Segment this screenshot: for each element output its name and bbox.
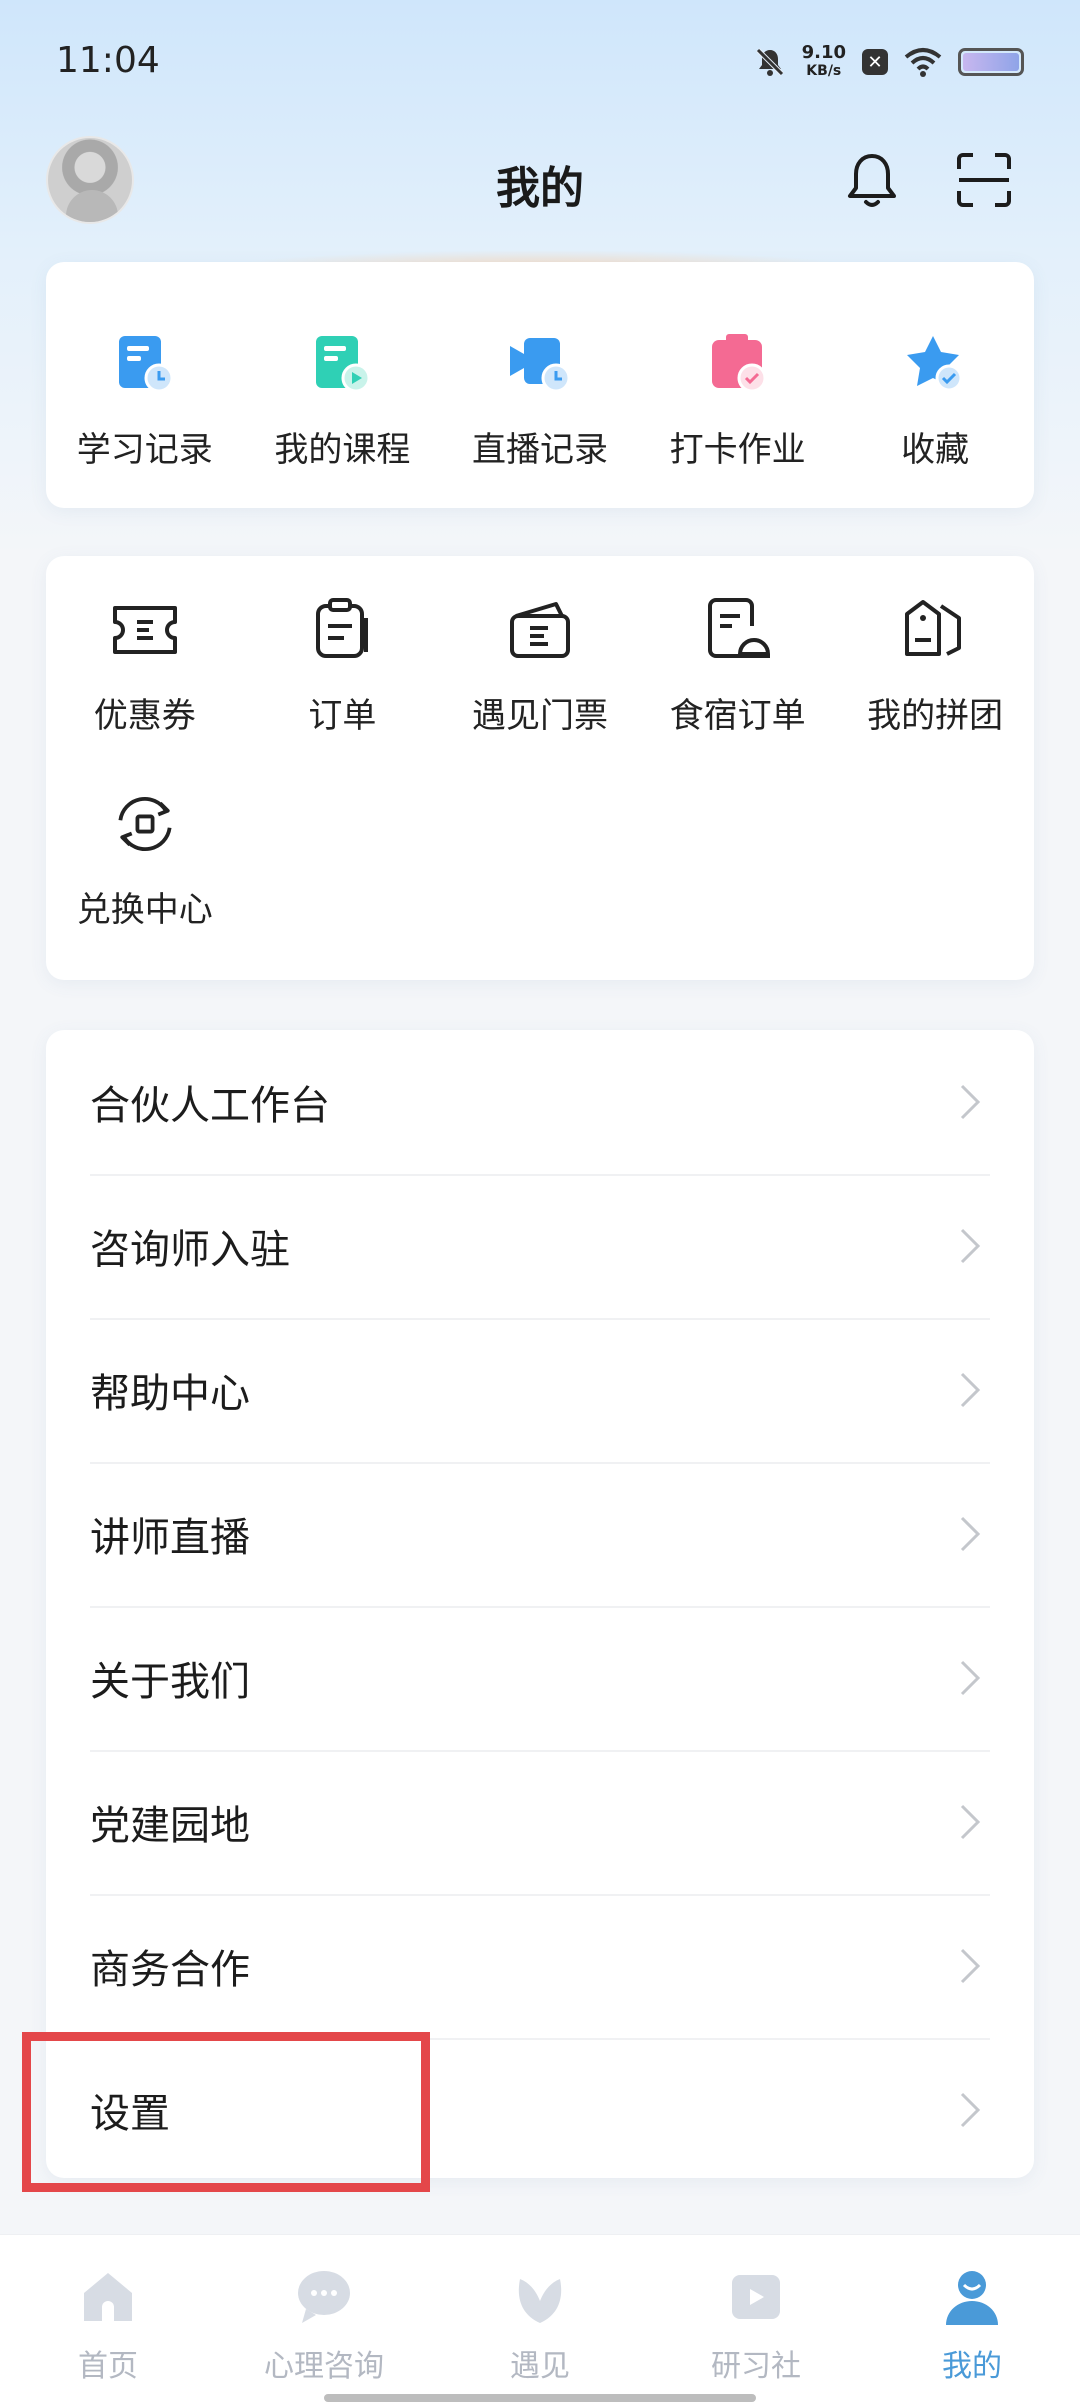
checkin-homework-icon <box>702 328 774 400</box>
shortcut-live-record[interactable]: 直播记录 <box>441 328 639 471</box>
nav-label: 我的 <box>942 2349 1002 2384</box>
menu-card: 合伙人工作台 咨询师入驻 帮助中心 讲师直播 关于我们 党建园地 商务合作 设置 <box>46 1030 1034 2178</box>
shortcut-label: 打卡作业 <box>669 430 806 470</box>
nav-meet[interactable]: 遇见 <box>432 2265 648 2385</box>
bottom-nav: 首页 心理咨询 遇见 研习社 我的 <box>0 2234 1080 2408</box>
menu-item-label: 帮助中心 <box>90 1371 250 1417</box>
menu-item-help-center[interactable]: 帮助中心 <box>46 1318 1034 1462</box>
nav-label: 心理咨询 <box>264 2349 384 2384</box>
status-icons: 9.10 KB/s ✕ <box>754 44 1024 80</box>
shortcut-label: 直播记录 <box>471 430 608 470</box>
consult-icon <box>298 2271 350 2323</box>
shortcut-label: 兑换中心 <box>76 890 213 930</box>
home-indicator[interactable] <box>324 2394 756 2402</box>
chevron-right-icon <box>960 1516 981 1552</box>
chevron-right-icon <box>960 1660 981 1696</box>
ticket-icon <box>504 594 576 666</box>
favorite-icon <box>899 328 971 400</box>
shortcut-coupon[interactable]: 优惠券 <box>46 594 244 737</box>
shortcut-label: 订单 <box>308 696 377 736</box>
menu-item-party-building[interactable]: 党建园地 <box>46 1750 1034 1894</box>
shortcut-label: 我的拼团 <box>867 696 1004 736</box>
nav-consult[interactable]: 心理咨询 <box>216 2265 432 2385</box>
nav-study-club[interactable]: 研习社 <box>648 2265 864 2385</box>
shortcut-label: 收藏 <box>901 430 970 470</box>
chevron-right-icon <box>960 1084 981 1120</box>
shortcut-order[interactable]: 订单 <box>244 594 442 737</box>
lodging-order-icon <box>702 594 774 666</box>
group-buy-icon <box>899 594 971 666</box>
menu-item-label: 党建园地 <box>90 1803 250 1849</box>
live-record-icon <box>504 328 576 400</box>
shortcut-label: 优惠券 <box>93 696 196 736</box>
nav-profile[interactable]: 我的 <box>864 2265 1080 2385</box>
shortcut-ticket[interactable]: 遇见门票 <box>441 594 639 737</box>
shortcut-lodging-order[interactable]: 食宿订单 <box>639 594 837 737</box>
exchange-center-icon <box>109 788 181 860</box>
home-icon <box>84 2273 132 2321</box>
settings-highlight-box <box>22 2032 430 2192</box>
my-course-icon <box>306 328 378 400</box>
nav-label: 首页 <box>78 2349 138 2384</box>
menu-item-label: 合伙人工作台 <box>90 1083 330 1129</box>
nav-label: 研习社 <box>711 2349 801 2384</box>
battery-icon <box>958 48 1024 76</box>
menu-item-label: 商务合作 <box>90 1947 250 1993</box>
menu-item-counselor-join[interactable]: 咨询师入驻 <box>46 1174 1034 1318</box>
chevron-right-icon <box>960 1948 981 1984</box>
shortcut-label: 我的课程 <box>274 430 411 470</box>
chevron-right-icon <box>960 1228 981 1264</box>
scan-icon[interactable] <box>952 148 1016 212</box>
meet-icon <box>518 2279 562 2323</box>
orders-row-2: 兑换中心 <box>46 788 1034 931</box>
profile-icon <box>946 2271 998 2325</box>
shortcut-checkin-homework[interactable]: 打卡作业 <box>639 328 837 471</box>
shortcut-label: 学习记录 <box>76 430 213 470</box>
chevron-right-icon <box>960 2092 981 2128</box>
menu-item-business-cooperation[interactable]: 商务合作 <box>46 1894 1034 2038</box>
net-speed-unit: KB/s <box>806 63 842 79</box>
menu-item-label: 讲师直播 <box>90 1515 250 1561</box>
page-title: 我的 <box>496 163 584 214</box>
study-club-icon <box>732 2275 780 2319</box>
shortcut-group-buy[interactable]: 我的拼团 <box>836 594 1034 737</box>
shortcut-exchange-center[interactable]: 兑换中心 <box>46 788 244 931</box>
order-icon <box>306 594 378 666</box>
net-speed-value: 9.10 <box>801 42 846 63</box>
menu-item-label: 关于我们 <box>90 1659 250 1705</box>
shortcut-study-record[interactable]: 学习记录 <box>46 328 244 471</box>
menu-item-partner-workbench[interactable]: 合伙人工作台 <box>46 1030 1034 1174</box>
chevron-right-icon <box>960 1372 981 1408</box>
nav-label: 遇见 <box>510 2349 570 2384</box>
orders-row-1: 优惠券 订单 遇见门票 食宿订单 我的拼团 <box>46 594 1034 737</box>
menu-item-lecturer-live[interactable]: 讲师直播 <box>46 1462 1034 1606</box>
shortcut-label: 遇见门票 <box>471 696 608 736</box>
wifi-icon <box>904 48 942 77</box>
shortcut-favorite[interactable]: 收藏 <box>836 328 1034 471</box>
mute-bell-icon <box>755 48 784 76</box>
chevron-right-icon <box>960 1804 981 1840</box>
header: 我的 <box>0 130 1080 240</box>
orders-card: 优惠券 订单 遇见门票 食宿订单 我的拼团 兑换中心 <box>46 556 1034 980</box>
menu-item-label: 咨询师入驻 <box>90 1227 290 1273</box>
shortcut-label: 食宿订单 <box>669 696 806 736</box>
menu-item-about-us[interactable]: 关于我们 <box>46 1606 1034 1750</box>
learning-shortcuts-card: 学习记录 我的课程 直播记录 打卡作业 收藏 <box>46 262 1034 508</box>
status-bar: 11:04 9.10 KB/s ✕ <box>0 0 1080 120</box>
status-time: 11:04 <box>56 40 160 81</box>
coupon-icon <box>109 594 181 666</box>
learning-shortcuts-row: 学习记录 我的课程 直播记录 打卡作业 收藏 <box>46 328 1034 471</box>
notification-x-icon: ✕ <box>862 49 888 75</box>
net-speed: 9.10 KB/s <box>802 44 846 80</box>
bell-icon[interactable] <box>840 148 904 212</box>
nav-home[interactable]: 首页 <box>0 2265 216 2385</box>
study-record-icon <box>109 328 181 400</box>
shortcut-my-course[interactable]: 我的课程 <box>244 328 442 471</box>
